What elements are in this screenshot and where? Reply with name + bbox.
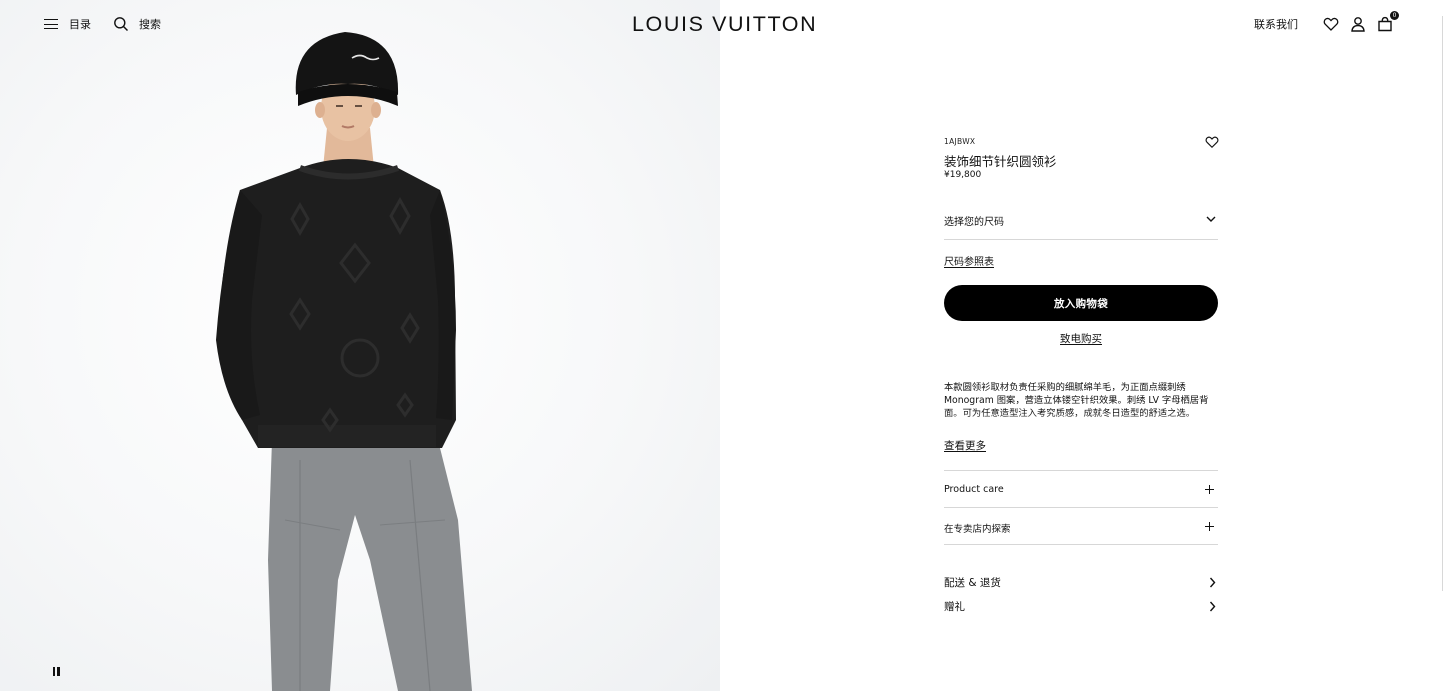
search-icon	[114, 17, 129, 32]
menu-button[interactable]: 目录	[44, 16, 91, 32]
pause-button[interactable]	[46, 660, 66, 682]
accordion-label: 在专卖店内探索	[944, 524, 1011, 535]
plus-icon	[1205, 485, 1214, 494]
brand-logo[interactable]: LOUIS VUITTON	[632, 12, 816, 37]
add-to-wishlist-icon[interactable]	[1205, 135, 1219, 149]
product-sku: 1AJBWX	[944, 137, 976, 146]
plus-icon	[1205, 522, 1214, 531]
chevron-down-icon	[1206, 216, 1216, 222]
hamburger-icon	[44, 18, 58, 30]
add-to-bag-button[interactable]: 放入购物袋	[944, 285, 1218, 321]
chevron-right-icon	[1209, 577, 1216, 588]
call-to-buy-label: 致电购买	[1060, 333, 1102, 345]
bag-count-badge: 0	[1390, 11, 1399, 20]
product-description: 本款圆领衫取材负责任采购的细腻绵羊毛，为正面点缀刺绣 Monogram 图案，营…	[944, 382, 1209, 419]
delivery-returns-link[interactable]: 配送 & 退货	[944, 574, 1218, 592]
size-select-dropdown[interactable]: 选择您的尺码	[944, 200, 1218, 240]
divider	[944, 544, 1218, 545]
gifting-link[interactable]: 赠礼	[944, 598, 1218, 616]
model-photo	[216, 32, 472, 691]
search-button[interactable]: 搜索	[113, 16, 161, 32]
product-image	[0, 0, 720, 691]
size-guide-link[interactable]: 尺码参照表	[944, 253, 994, 268]
account-icon[interactable]	[1350, 16, 1366, 32]
link-label: 赠礼	[944, 601, 965, 613]
product-price: ¥19,800	[944, 170, 982, 180]
menu-label: 目录	[69, 18, 91, 31]
contact-link[interactable]: 联系我们	[1254, 16, 1298, 32]
wishlist-icon[interactable]	[1323, 16, 1339, 32]
size-select-label: 选择您的尺码	[944, 217, 1004, 228]
search-label: 搜索	[139, 18, 161, 31]
scrollbar-track[interactable]	[1442, 16, 1443, 591]
header-right: 联系我们 0	[1254, 11, 1399, 32]
site-header: 目录 搜索 LOUIS VUITTON 联系我们 0	[0, 0, 1445, 52]
header-left: 目录 搜索	[44, 16, 161, 32]
call-to-buy-link[interactable]: 致电购买	[944, 331, 1218, 346]
product-title: 装饰细节针织圆领衫	[944, 154, 1057, 169]
link-label: 配送 & 退货	[944, 577, 1001, 589]
accordion-product-care[interactable]: Product care	[944, 470, 1218, 508]
chevron-right-icon	[1209, 601, 1216, 612]
read-more-link[interactable]: 查看更多	[944, 438, 986, 453]
pause-icon	[52, 666, 55, 676]
accordion-label: Product care	[944, 484, 1004, 495]
shopping-bag-button[interactable]: 0	[1377, 11, 1399, 32]
accordion-explore-in-store[interactable]: 在专卖店内探索	[944, 507, 1218, 545]
